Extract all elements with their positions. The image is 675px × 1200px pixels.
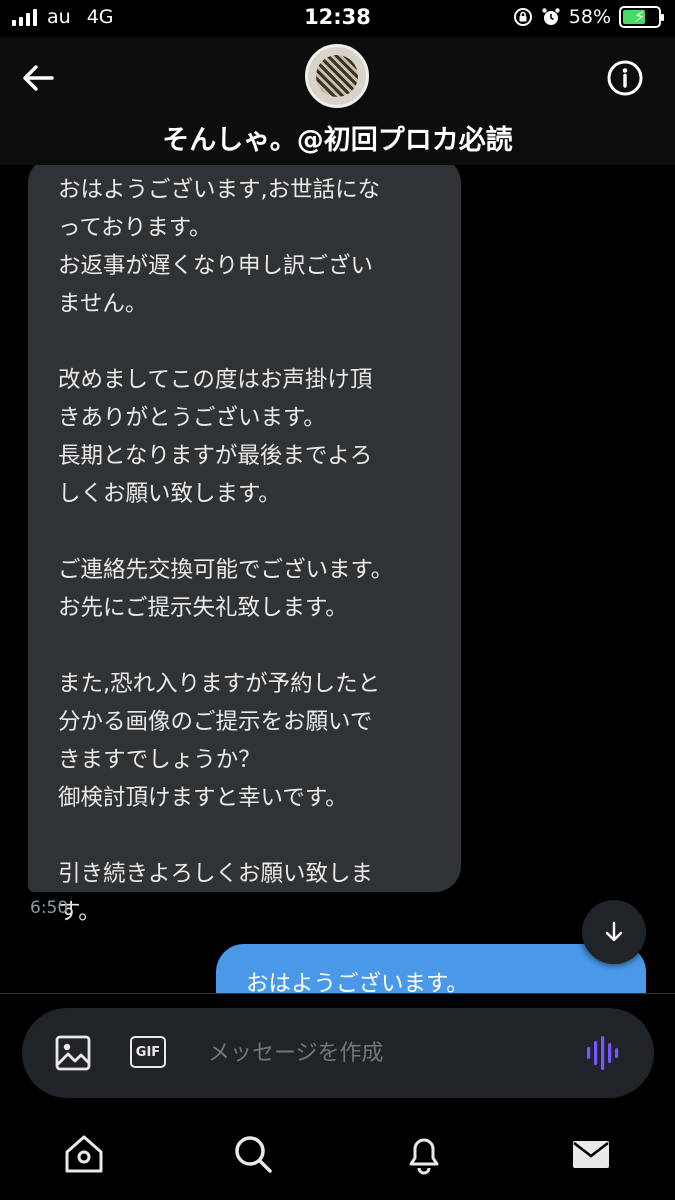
- arrow-down-icon: [605, 921, 623, 942]
- scroll-to-bottom-button[interactable]: [582, 900, 646, 964]
- image-icon[interactable]: [54, 1034, 92, 1072]
- gif-icon[interactable]: GIF: [130, 1036, 166, 1068]
- received-message-text: おはようございます,お世話にな っております。 お返事が遅くなり申し訳ござい ま…: [58, 177, 394, 925]
- avatar[interactable]: [305, 44, 369, 108]
- messages-icon[interactable]: [569, 1132, 613, 1176]
- conversation-header: そんしゃ。@初回プロカ必読: [0, 38, 675, 165]
- message-timestamp: 6:50: [30, 898, 69, 918]
- received-message-bubble[interactable]: おはようございます,お世話にな っております。 お返事が遅くなり申し訳ござい ま…: [28, 165, 461, 925]
- notifications-icon[interactable]: [402, 1132, 446, 1176]
- composer-divider: [0, 993, 675, 994]
- battery-charging-icon: ⚡: [619, 6, 664, 28]
- message-composer: GIF: [22, 1008, 654, 1098]
- contact-name[interactable]: そんしゃ。@初回プロカ必読: [0, 118, 675, 157]
- sent-message-bubble[interactable]: おはようございます。: [216, 944, 646, 993]
- bottom-nav: [0, 1120, 675, 1200]
- voice-message-icon[interactable]: [584, 1034, 624, 1072]
- status-bar: au 4G 12:38 58% ⚡: [0, 0, 675, 38]
- message-input[interactable]: [208, 1036, 568, 1070]
- rotation-lock-icon: [513, 8, 532, 26]
- info-icon[interactable]: [605, 58, 645, 98]
- alarm-icon: [542, 8, 560, 25]
- status-right: 58% ⚡: [513, 6, 664, 28]
- message-list[interactable]: おはようございます,お世話にな っております。 お返事が遅くなり申し訳ござい ま…: [0, 165, 675, 993]
- sent-message-text: おはようございます。: [246, 971, 469, 993]
- back-arrow-icon[interactable]: [18, 58, 58, 98]
- battery-percent: 58%: [568, 6, 611, 28]
- search-icon[interactable]: [231, 1132, 275, 1176]
- home-icon[interactable]: [62, 1132, 106, 1176]
